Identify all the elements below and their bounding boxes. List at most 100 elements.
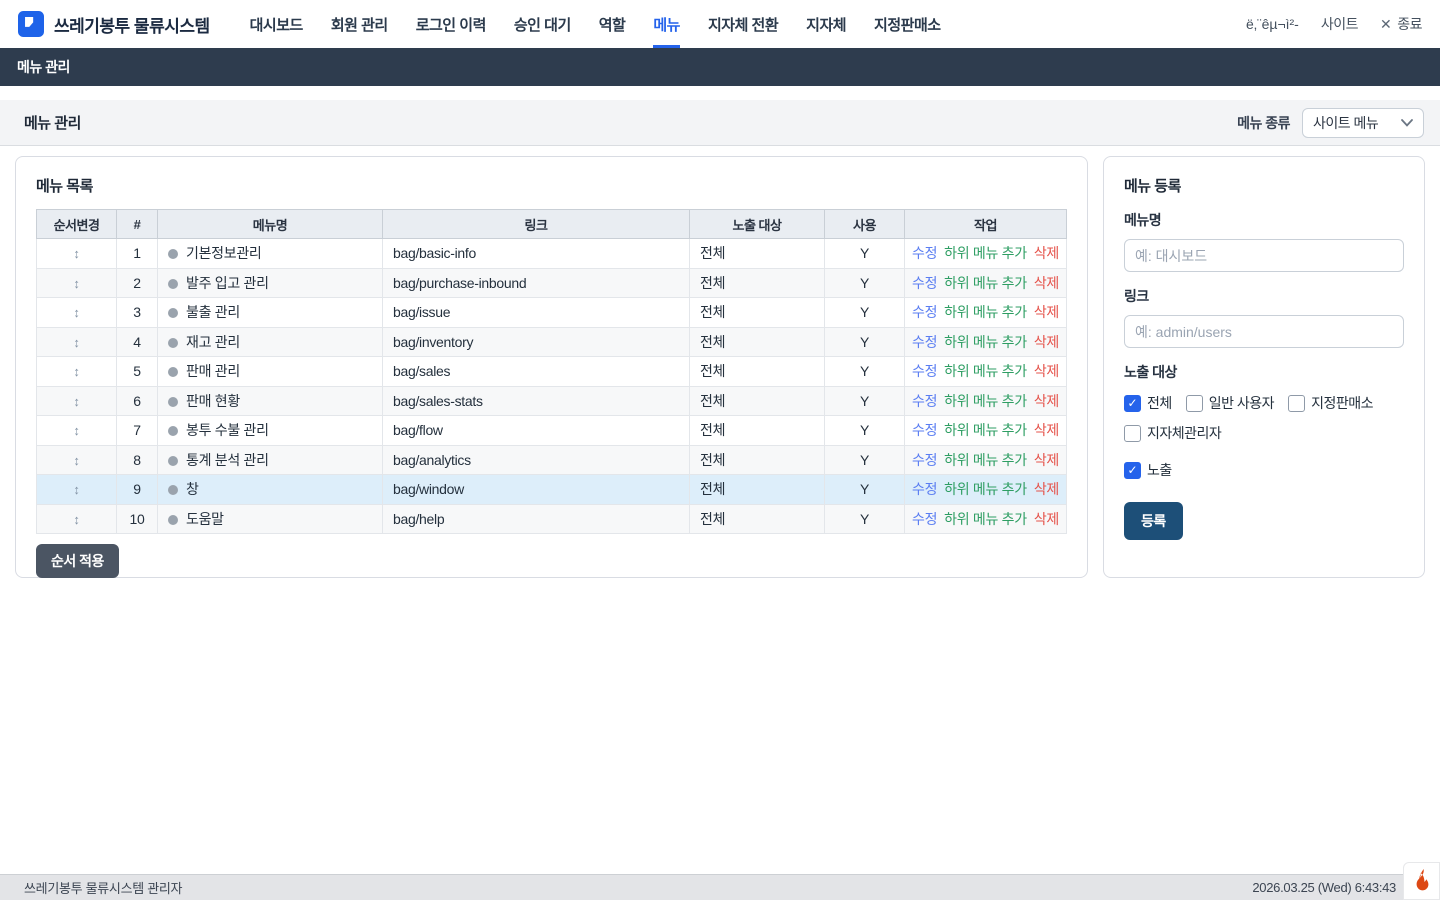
menu-link-input[interactable] [1124, 315, 1404, 348]
menu-table: 순서변경 # 메뉴명 링크 노출 대상 사용 작업 ↕ 1 기본정보관리 bag… [36, 209, 1067, 534]
edit-link[interactable]: 수정 [912, 422, 937, 438]
add-submenu-link[interactable]: 하위 메뉴 추가 [944, 511, 1027, 527]
bullet-icon [168, 397, 178, 407]
checkbox-icon[interactable]: ✓ [1186, 395, 1203, 412]
footer-admin-label: 쓰레기봉투 물류시스템 관리자 [24, 878, 182, 897]
close-icon: ✕ [1380, 16, 1391, 33]
breadcrumb-bar: 메뉴 관리 [0, 48, 1440, 86]
row-number: 3 [117, 298, 158, 328]
logout-button[interactable]: ✕ 종료 [1380, 14, 1422, 34]
add-submenu-link[interactable]: 하위 메뉴 추가 [944, 422, 1027, 438]
menu-link: bag/sales-stats [383, 386, 690, 416]
nav-item-approval-waiting[interactable]: 승인 대기 [500, 0, 585, 48]
edit-link[interactable]: 수정 [912, 334, 937, 350]
menu-target: 전체 [690, 327, 825, 357]
checkbox-municipality-admin[interactable]: ✓ 지자체관리자 [1124, 423, 1221, 443]
checkbox-all[interactable]: ✓ 전체 [1124, 393, 1172, 413]
edit-link[interactable]: 수정 [912, 393, 937, 409]
row-number: 2 [117, 268, 158, 298]
checkbox-icon[interactable]: ✓ [1288, 395, 1305, 412]
logout-label: 종료 [1397, 14, 1422, 34]
delete-link[interactable]: 삭제 [1034, 363, 1059, 379]
add-submenu-link[interactable]: 하위 메뉴 추가 [944, 334, 1027, 350]
delete-link[interactable]: 삭제 [1034, 511, 1059, 527]
sort-vertical-icon: ↕ [73, 453, 79, 468]
checkbox-expose[interactable]: ✓ 노출 [1124, 460, 1404, 480]
delete-link[interactable]: 삭제 [1034, 304, 1059, 320]
edit-link[interactable]: 수정 [912, 511, 937, 527]
col-number: # [117, 210, 158, 239]
menu-link: bag/issue [383, 298, 690, 328]
sort-vertical-icon: ↕ [73, 423, 79, 438]
menu-link: bag/help [383, 504, 690, 534]
table-row: ↕ 3 불출 관리 bag/issue 전체 Y 수정하위 메뉴 추가삭제 [37, 298, 1067, 328]
menu-type-value: 사이트 메뉴 [1313, 113, 1401, 133]
footer-bar: 쓰레기봉투 물류시스템 관리자 2026.03.25 (Wed) 6:43:43 [0, 874, 1440, 900]
menu-link: bag/flow [383, 416, 690, 446]
debug-toolbar-button[interactable] [1403, 862, 1440, 900]
user-name: ë‚¨êµ¬ì²- [1246, 16, 1299, 32]
menu-name-input[interactable] [1124, 239, 1404, 272]
drag-handle[interactable]: ↕ [37, 268, 117, 298]
nav-item-roles[interactable]: 역할 [585, 0, 640, 48]
edit-link[interactable]: 수정 [912, 245, 937, 261]
drag-handle[interactable]: ↕ [37, 327, 117, 357]
nav-item-menu[interactable]: 메뉴 [639, 0, 694, 48]
add-submenu-link[interactable]: 하위 메뉴 추가 [944, 452, 1027, 468]
drag-handle[interactable]: ↕ [37, 475, 117, 505]
drag-handle[interactable]: ↕ [37, 504, 117, 534]
add-submenu-link[interactable]: 하위 메뉴 추가 [944, 393, 1027, 409]
apply-order-button[interactable]: 순서 적용 [36, 544, 119, 578]
drag-handle[interactable]: ↕ [37, 298, 117, 328]
checkbox-icon[interactable]: ✓ [1124, 425, 1141, 442]
menu-target: 전체 [690, 239, 825, 269]
menu-target: 전체 [690, 268, 825, 298]
drag-handle[interactable]: ↕ [37, 416, 117, 446]
checkbox-designated-store[interactable]: ✓ 지정판매소 [1288, 393, 1373, 413]
menu-list-title: 메뉴 목록 [36, 175, 1067, 196]
delete-link[interactable]: 삭제 [1034, 452, 1059, 468]
checkbox-icon[interactable]: ✓ [1124, 395, 1141, 412]
nav-item-dashboard[interactable]: 대시보드 [236, 0, 317, 48]
edit-link[interactable]: 수정 [912, 275, 937, 291]
checkbox-icon[interactable]: ✓ [1124, 462, 1141, 479]
drag-handle[interactable]: ↕ [37, 357, 117, 387]
add-submenu-link[interactable]: 하위 메뉴 추가 [944, 275, 1027, 291]
col-use: 사용 [825, 210, 905, 239]
nav-item-municipality[interactable]: 지자체 [792, 0, 860, 48]
delete-link[interactable]: 삭제 [1034, 275, 1059, 291]
brand[interactable]: 쓰레기봉투 물류시스템 [18, 11, 210, 37]
drag-handle[interactable]: ↕ [37, 239, 117, 269]
nav-item-municipality-switch[interactable]: 지자체 전환 [694, 0, 792, 48]
add-submenu-link[interactable]: 하위 메뉴 추가 [944, 245, 1027, 261]
edit-link[interactable]: 수정 [912, 363, 937, 379]
menu-use-flag: Y [825, 386, 905, 416]
drag-handle[interactable]: ↕ [37, 386, 117, 416]
checkbox-general-user[interactable]: ✓ 일반 사용자 [1186, 393, 1274, 413]
delete-link[interactable]: 삭제 [1034, 422, 1059, 438]
bullet-icon [168, 249, 178, 259]
col-order: 순서변경 [37, 210, 117, 239]
delete-link[interactable]: 삭제 [1034, 245, 1059, 261]
nav-item-designated-store[interactable]: 지정판매소 [860, 0, 955, 48]
drag-handle[interactable]: ↕ [37, 445, 117, 475]
edit-link[interactable]: 수정 [912, 452, 937, 468]
sort-vertical-icon: ↕ [73, 482, 79, 497]
site-link[interactable]: 사이트 [1321, 14, 1358, 34]
table-row: ↕ 1 기본정보관리 bag/basic-info 전체 Y 수정하위 메뉴 추… [37, 239, 1067, 269]
nav-item-members[interactable]: 회원 관리 [317, 0, 402, 48]
edit-link[interactable]: 수정 [912, 304, 937, 320]
add-submenu-link[interactable]: 하위 메뉴 추가 [944, 481, 1027, 497]
add-submenu-link[interactable]: 하위 메뉴 추가 [944, 363, 1027, 379]
add-submenu-link[interactable]: 하위 메뉴 추가 [944, 304, 1027, 320]
delete-link[interactable]: 삭제 [1034, 334, 1059, 350]
nav-item-login-history[interactable]: 로그인 이력 [402, 0, 500, 48]
menu-name: 판매 현황 [186, 393, 240, 409]
delete-link[interactable]: 삭제 [1034, 481, 1059, 497]
register-button[interactable]: 등록 [1124, 502, 1183, 540]
delete-link[interactable]: 삭제 [1034, 393, 1059, 409]
bullet-icon [168, 456, 178, 466]
menu-type-select[interactable]: 사이트 메뉴 [1302, 108, 1424, 138]
menu-name-label: 메뉴명 [1124, 210, 1404, 230]
edit-link[interactable]: 수정 [912, 481, 937, 497]
